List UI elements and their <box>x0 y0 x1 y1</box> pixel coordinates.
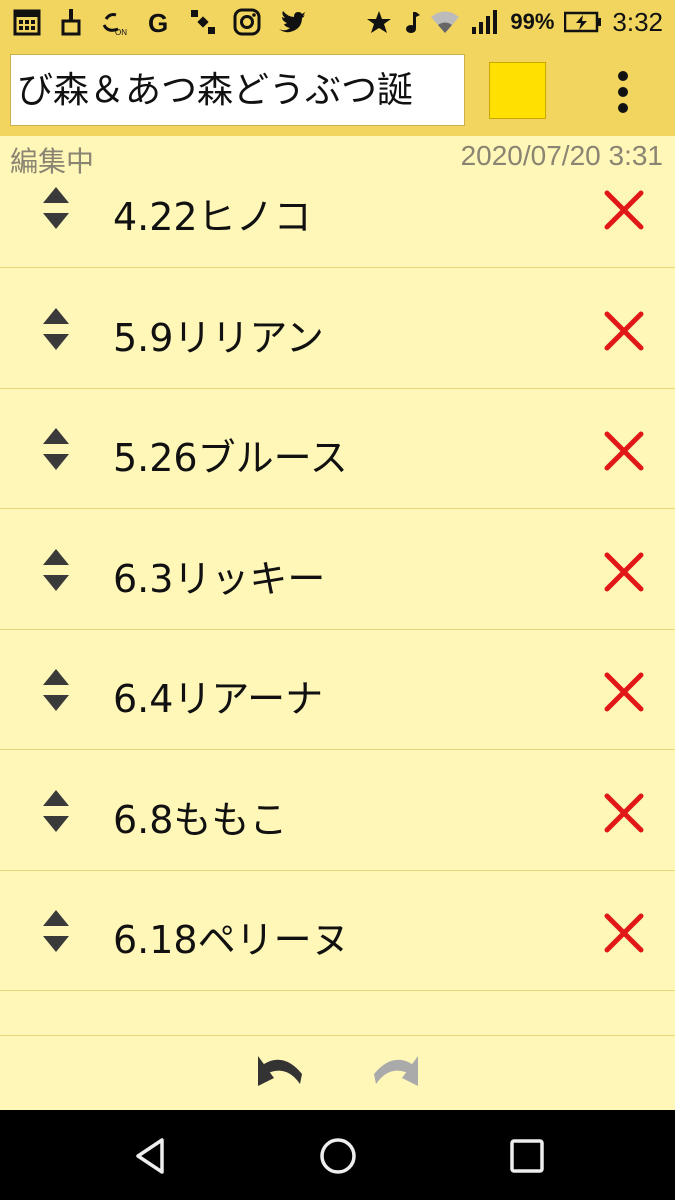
google-icon: G <box>144 7 174 37</box>
drag-handle-icon[interactable] <box>38 907 74 955</box>
close-icon <box>604 190 644 230</box>
broom-icon <box>56 7 86 37</box>
undo-icon <box>258 1056 302 1086</box>
list-item: 5.9リリアン <box>0 269 675 389</box>
twitter-icon <box>276 7 306 37</box>
instagram-icon <box>232 7 262 37</box>
list-item-text[interactable]: 5.9リリアン <box>113 307 324 362</box>
star-icon <box>364 7 394 37</box>
list-item: 5.26ブルース <box>0 389 675 509</box>
title-input[interactable]: び森＆あつ森どうぶつ誕 <box>10 54 465 126</box>
status-bar: ON G 99% 3:32 <box>0 0 675 44</box>
title-text: び森＆あつ森どうぶつ <box>17 70 378 111</box>
battery-percent: 99% <box>510 9 555 34</box>
drag-handle-icon[interactable] <box>38 425 74 473</box>
list-item-text[interactable]: 4.22ヒノコ <box>113 186 312 241</box>
list-item: 6.8ももこ <box>0 751 675 871</box>
back-triangle-icon <box>136 1138 164 1174</box>
music-note-icon <box>404 7 421 37</box>
close-icon <box>604 552 644 591</box>
list-item: 6.18ペリーヌ <box>0 871 675 991</box>
recents-square-icon <box>510 1139 544 1173</box>
list-item: 4.22ヒノコ <box>0 148 675 268</box>
clock: 3:32 <box>612 6 663 37</box>
status-right-icons: 99% 3:32 <box>364 7 663 38</box>
list-item: 6.4リアーナ <box>0 630 675 750</box>
more-vert-icon-dot <box>618 87 628 97</box>
list-item-partial <box>0 992 675 1035</box>
list-item-text[interactable]: 6.8ももこ <box>113 789 287 844</box>
checklist: 4.22ヒノコ 5.9リリアン 5.26ブルース 6.3リッキー 6.4リアーナ 6.8も… <box>0 148 675 1034</box>
calendar-icon <box>12 7 42 37</box>
delete-item-button[interactable] <box>600 307 648 355</box>
nav-back-button[interactable] <box>130 1134 174 1178</box>
list-item: 6.3リッキー <box>0 510 675 630</box>
close-icon <box>604 672 644 712</box>
nfc-icon: ON <box>100 7 130 37</box>
delete-item-button[interactable] <box>600 789 648 837</box>
list-item-text[interactable]: 6.18ペリーヌ <box>113 909 350 964</box>
status-left-icons: ON G <box>12 7 306 37</box>
delete-item-button[interactable] <box>600 668 648 716</box>
drag-handle-icon[interactable] <box>38 546 74 594</box>
app-bar: び森＆あつ森どうぶつ誕 <box>0 44 675 136</box>
undo-button[interactable] <box>252 1050 312 1100</box>
delete-item-button[interactable] <box>600 909 648 957</box>
wifi-icon <box>430 7 460 37</box>
close-icon <box>604 311 644 350</box>
delete-item-button[interactable] <box>600 427 648 475</box>
system-nav-bar <box>0 1110 675 1200</box>
svg-text:ON: ON <box>115 28 127 37</box>
edit-toolbar <box>0 1035 675 1110</box>
redo-icon <box>374 1056 418 1086</box>
title-cutoff-char: 誕 <box>377 70 414 111</box>
list-item-text[interactable]: 5.26ブルース <box>113 427 348 482</box>
close-icon <box>604 431 644 471</box>
drag-handle-icon[interactable] <box>38 666 74 714</box>
overflow-menu-button[interactable] <box>600 62 646 122</box>
more-vert-icon-dot <box>618 103 628 113</box>
signal-icon <box>470 7 500 37</box>
delete-item-button[interactable] <box>600 548 648 596</box>
svg-text:G: G <box>148 8 168 37</box>
redo-button[interactable] <box>364 1050 424 1100</box>
home-circle-icon <box>320 1138 356 1174</box>
close-icon <box>604 793 644 832</box>
nav-home-button[interactable] <box>316 1134 360 1178</box>
list-item-text[interactable]: 6.3リッキー <box>113 548 325 603</box>
more-vert-icon <box>618 71 628 81</box>
battery-charging-icon <box>564 7 602 37</box>
delete-item-button[interactable] <box>600 186 648 234</box>
close-icon <box>604 913 644 953</box>
satellite-icon <box>188 7 218 37</box>
list-item-text[interactable]: 6.4リアーナ <box>113 668 323 723</box>
drag-handle-icon[interactable] <box>38 184 74 232</box>
drag-handle-icon[interactable] <box>38 787 74 835</box>
drag-handle-icon[interactable] <box>38 305 74 353</box>
nav-recents-button[interactable] <box>505 1134 549 1178</box>
color-picker-button[interactable] <box>489 62 546 119</box>
